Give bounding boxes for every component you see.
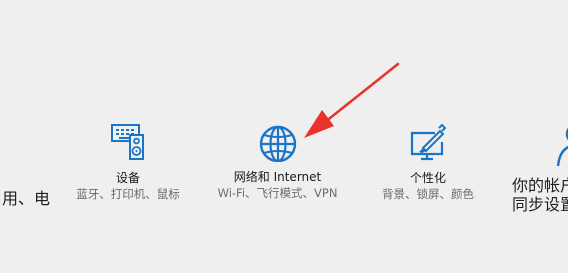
tile-devices-title: 设备 [115, 171, 140, 185]
tile-partial-left-desc: 用、电 [1, 189, 50, 208]
globe-icon [259, 125, 296, 162]
tile-personalization-desc: 背景、锁屏、颜色 [382, 187, 474, 201]
personalization-icon [410, 123, 447, 161]
tile-personalization-title: 个性化 [409, 171, 446, 185]
tile-partial-left[interactable]: 用、电 [0, 185, 50, 209]
tile-devices-desc: 蓝牙、打印机、鼠标 [76, 187, 180, 201]
tile-accounts-desc-line2: 同步设置 [512, 195, 568, 214]
tile-accounts[interactable]: 你的帐户 同步设置 [512, 122, 568, 214]
tile-personalization[interactable]: 个性化 背景、锁屏、颜色 [363, 122, 493, 202]
tile-network-title: 网络和 Internet [233, 170, 322, 184]
tile-network[interactable]: 网络和 Internet Wi-Fi、飞行模式、VPN [205, 122, 350, 201]
tile-network-desc: Wi-Fi、飞行模式、VPN [217, 186, 338, 200]
tile-accounts-desc-line1: 你的帐户 [512, 176, 568, 195]
devices-icon [111, 124, 144, 160]
person-icon [556, 127, 568, 167]
tile-devices[interactable]: 设备 蓝牙、打印机、鼠标 [63, 122, 193, 202]
